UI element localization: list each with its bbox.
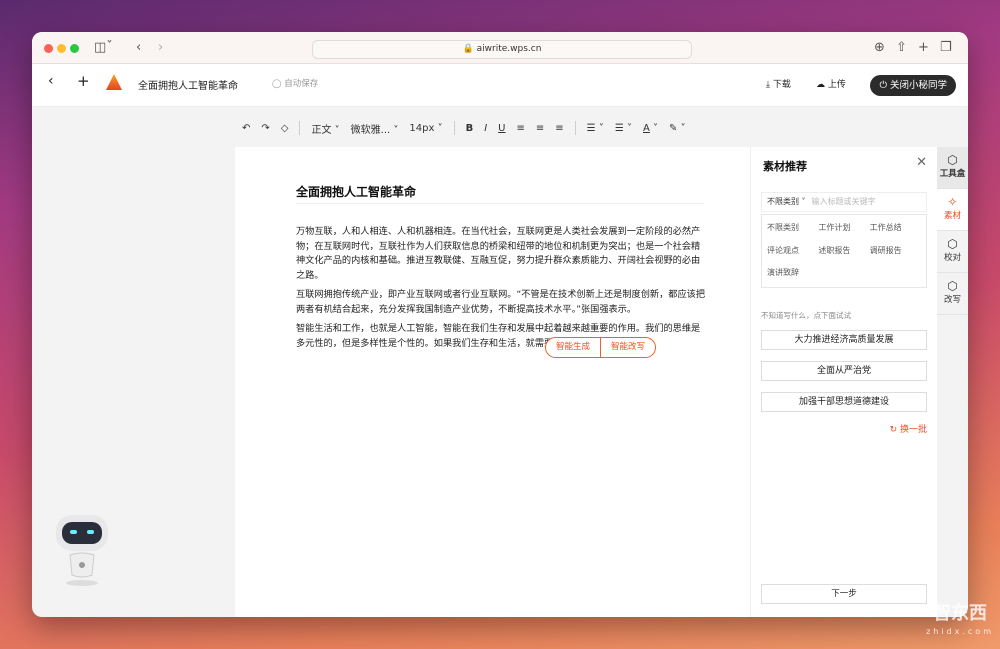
minimize-window-button[interactable] — [57, 44, 66, 53]
sidebar-item-toolbox[interactable]: ⬡ 工具盒 — [937, 147, 968, 189]
downloads-icon[interactable]: ⊕ — [874, 40, 885, 55]
panel-title: 素材推荐 — [763, 160, 807, 173]
upload-button[interactable]: ☁ 上传 — [816, 77, 846, 90]
undo-icon[interactable]: ↶ — [242, 123, 250, 134]
browser-titlebar: ◫ˇ ‹ › 🔒 aiwrite.wps.cn ⊕ ⇧ + ❐ — [32, 32, 968, 64]
doc-title: 全面拥抱人工智能革命 — [138, 81, 238, 92]
category-item[interactable]: 工作总结 — [870, 222, 921, 235]
close-assistant-button[interactable]: ⏻ 关闭小秘同学 — [870, 75, 956, 96]
maximize-window-button[interactable] — [70, 44, 79, 53]
document-page[interactable]: 全面拥抱人工智能革命 万物互联，人和人相连、人和机器相连。在当代社会，互联网更是… — [235, 147, 750, 617]
category-item[interactable]: 调研报告 — [870, 245, 921, 258]
material-panel: 素材推荐 ✕ 不限类别 ˅ 输入标题或关键字 不限类别 工作计划 工作总结 评论观… — [750, 147, 937, 617]
close-window-button[interactable] — [44, 44, 53, 53]
align-center-icon[interactable]: ≡ — [536, 123, 544, 134]
refresh-button[interactable]: ↻ 换一批 — [890, 422, 927, 435]
sidebar-item-proofread[interactable]: ⬡ 校对 — [937, 231, 968, 273]
numbered-list-icon[interactable]: ☰ ˅ — [615, 123, 632, 134]
tool-sidebar: ⬡ 工具盒 ✧ 素材 ⬡ 校对 ⬡ 改写 — [937, 147, 968, 617]
ai-popup: 智能生成 智能改写 — [545, 337, 657, 358]
smart-generate-button[interactable]: 智能生成 — [546, 338, 600, 357]
next-step-button[interactable]: 下一步 — [761, 584, 927, 604]
url-text: aiwrite.wps.cn — [476, 44, 542, 54]
back-button[interactable]: ‹ — [48, 73, 54, 89]
suggestion-button[interactable]: 大力推进经济高质量发展 — [761, 330, 927, 350]
search-input[interactable]: 不限类别 ˅ 输入标题或关键字 — [761, 192, 927, 212]
category-item[interactable]: 工作计划 — [818, 222, 869, 235]
suggestion-button[interactable]: 加强干部思想道德建设 — [761, 392, 927, 412]
category-select[interactable]: 不限类别 ˅ — [767, 197, 806, 206]
toolbox-icon: ⬡ — [947, 153, 958, 167]
eraser-icon[interactable]: ◇ — [281, 123, 289, 134]
redo-icon[interactable]: ↷ — [261, 123, 269, 134]
format-toolbar: ↶ ↷ ◇ 正文 ˅ 微软雅... ˅ 14px ˅ B I U ≡ ≡ ≡ ☰… — [242, 117, 686, 139]
material-icon: ✧ — [947, 195, 958, 209]
new-doc-button[interactable]: + — [77, 72, 90, 90]
font-select[interactable]: 微软雅... ˅ — [351, 121, 399, 136]
hint-text: 不知道写什么，点下面试试 — [761, 311, 851, 320]
font-size-select[interactable]: 14px ˅ — [409, 123, 442, 134]
tabs-overview-icon[interactable]: ❐ — [940, 40, 952, 55]
proofread-icon: ⬡ — [947, 237, 958, 251]
italic-icon[interactable]: I — [484, 123, 487, 134]
share-icon[interactable]: ⇧ — [896, 40, 907, 55]
browser-window: ◫ˇ ‹ › 🔒 aiwrite.wps.cn ⊕ ⇧ + ❐ ‹ + 全面拥抱… — [32, 32, 968, 617]
bold-icon[interactable]: B — [466, 123, 474, 134]
highlight-icon[interactable]: ✎ ˅ — [669, 123, 686, 134]
rewrite-icon: ⬡ — [947, 279, 958, 293]
new-tab-icon[interactable]: + — [918, 40, 929, 55]
category-item[interactable]: 评论观点 — [767, 245, 818, 258]
align-left-icon[interactable]: ≡ — [517, 123, 525, 134]
app-header: ‹ + 全面拥抱人工智能革命 ◯ 自动保存 ⤓ 下载 ☁ 上传 ⏻ 关闭小秘同学 — [32, 64, 968, 107]
bullet-list-icon[interactable]: ☰ ˅ — [587, 123, 604, 134]
address-bar[interactable]: 🔒 aiwrite.wps.cn — [312, 40, 692, 59]
sidebar-item-material[interactable]: ✧ 素材 — [937, 189, 968, 231]
underline-icon[interactable]: U — [498, 123, 505, 134]
download-button[interactable]: ⤓ 下载 — [766, 77, 791, 90]
sidebar-item-rewrite[interactable]: ⬡ 改写 — [937, 273, 968, 315]
category-item[interactable]: 演讲致辞 — [767, 267, 818, 280]
document-title: 全面拥抱人工智能革命 — [296, 185, 417, 199]
sidebar-toggle-icon[interactable]: ◫ˇ — [94, 40, 113, 55]
paragraph: 万物互联，人和人相连、人和机器相连。在当代社会，互联网更是人类社会发展到一定阶段… — [296, 226, 701, 281]
back-icon[interactable]: ‹ — [136, 40, 141, 55]
category-item[interactable]: 述职报告 — [818, 245, 869, 258]
forward-icon[interactable]: › — [158, 40, 163, 55]
close-icon[interactable]: ✕ — [916, 155, 927, 170]
refresh-icon: ↻ — [889, 425, 898, 435]
watermark-logo: 智东西 zhidx.com — [926, 603, 994, 637]
align-right-icon[interactable]: ≡ — [555, 123, 563, 134]
smart-rewrite-button[interactable]: 智能改写 — [600, 338, 655, 357]
autosave-status: ◯ 自动保存 — [272, 79, 319, 89]
category-list: 不限类别 工作计划 工作总结 评论观点 述职报告 调研报告 演讲致辞 — [761, 214, 927, 288]
app-logo — [106, 74, 122, 90]
assistant-robot-icon[interactable] — [52, 513, 112, 588]
paragraph-style-select[interactable]: 正文 ˅ — [311, 121, 339, 136]
title-divider — [296, 203, 704, 204]
category-item[interactable]: 不限类别 — [767, 222, 818, 235]
font-color-icon[interactable]: A ˅ — [643, 123, 658, 134]
suggestion-button[interactable]: 全面从严治党 — [761, 361, 927, 381]
paragraph: 互联网拥抱传统产业，即产业互联网或者行业互联网。“不管是在技术创新上还是制度创新… — [296, 289, 706, 315]
